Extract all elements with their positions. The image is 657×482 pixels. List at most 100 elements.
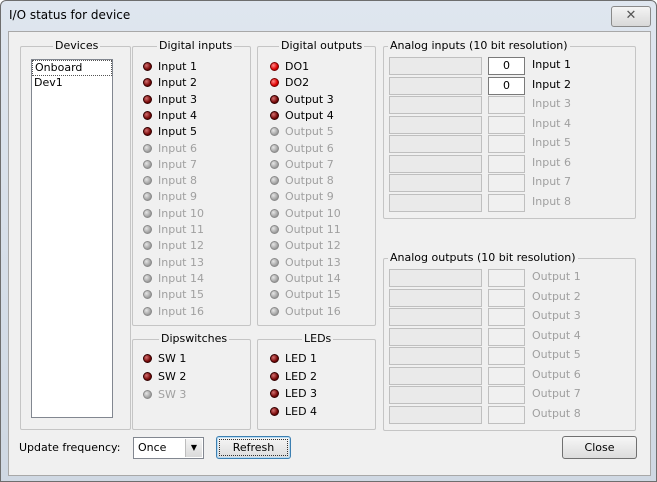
analog-value-field: 0 — [488, 76, 525, 95]
analog-inputs-label: Input 5 — [532, 136, 571, 149]
analog-inputs-label: Input 4 — [532, 116, 571, 130]
dialog-window: I/O status for device ✕ Devices Onboard D… — [0, 0, 657, 482]
analog-inputs-row: Input 6 — [389, 154, 629, 173]
analog-outputs-row: Output 4 — [389, 327, 629, 346]
digital-inputs-group: Digital inputs Input 1 Input 2 Input 3 Inpu… — [132, 39, 251, 326]
analog-value-field — [488, 366, 525, 385]
led-indicator-icon — [270, 389, 279, 399]
analog-outputs-label: Output 1 — [532, 270, 581, 283]
close-button-label: Close — [584, 441, 615, 454]
digital-outputs-label: Output 6 — [285, 141, 334, 155]
analog-level-bar — [389, 76, 482, 95]
led-indicator-icon — [143, 159, 152, 169]
analog-outputs-label: Output 5 — [532, 348, 581, 361]
analog-outputs-label: Output 2 — [532, 289, 581, 303]
led-indicator-icon — [143, 127, 152, 137]
analog-level-bar — [389, 308, 482, 326]
led-indicator-icon — [270, 159, 279, 169]
analog-value-field — [488, 269, 525, 287]
led-indicator-icon — [270, 290, 279, 300]
analog-outputs-label: Output 8 — [532, 406, 581, 420]
devices-listbox[interactable]: Onboard Dev1 — [31, 59, 113, 418]
device-list-item[interactable]: Dev1 — [32, 76, 112, 90]
update-frequency-label: Update frequency: — [19, 441, 121, 454]
digital-inputs-label: Input 13 — [158, 255, 204, 269]
led-indicator-icon — [270, 257, 279, 267]
analog-inputs-label: Input 8 — [532, 194, 571, 208]
analog-level-bar — [389, 57, 482, 75]
analog-level-bar — [389, 366, 482, 385]
digital-outputs-label: Output 16 — [285, 304, 341, 318]
led-indicator-icon — [270, 371, 279, 381]
analog-value-field — [488, 347, 525, 365]
dipswitches-title: Dipswitches — [159, 332, 230, 345]
digital-outputs-label: DO2 — [285, 76, 310, 90]
analog-value-field — [488, 405, 525, 424]
led-indicator-icon — [270, 143, 279, 153]
analog-outputs-row: Output 6 — [389, 366, 629, 385]
leds-group: LEDs LED 1 LED 2 LED 3 LED 4 — [257, 332, 376, 430]
update-frequency-select[interactable]: Once ▼ — [133, 437, 204, 459]
led-indicator-icon — [270, 273, 279, 283]
led-indicator-icon — [143, 390, 152, 399]
device-list-item[interactable]: Onboard — [32, 60, 112, 76]
chevron-down-icon[interactable]: ▼ — [185, 439, 202, 457]
led-indicator-icon — [143, 372, 152, 381]
led-indicator-icon — [270, 406, 279, 416]
analog-inputs-row: Input 4 — [389, 115, 629, 134]
analog-value-field — [488, 308, 525, 326]
led-indicator-icon — [143, 273, 152, 283]
digital-inputs-label: Input 2 — [158, 76, 197, 90]
digital-inputs-label: Input 16 — [158, 304, 204, 318]
digital-outputs-label: Output 14 — [285, 271, 341, 285]
title-bar[interactable]: I/O status for device ✕ — [1, 1, 656, 31]
analog-value-field — [488, 154, 525, 173]
led-indicator-icon — [143, 290, 152, 300]
digital-outputs-label: Output 9 — [285, 190, 334, 204]
leds-title: LEDs — [302, 332, 334, 345]
led-indicator-icon — [143, 78, 152, 88]
digital-inputs-label: Input 14 — [158, 271, 204, 285]
close-icon[interactable]: ✕ — [611, 6, 651, 27]
digital-inputs-label: Input 5 — [158, 125, 197, 139]
analog-value-field — [488, 193, 525, 212]
analog-value-field: 0 — [488, 57, 525, 75]
analog-inputs-row: Input 8 — [389, 193, 629, 212]
digital-outputs-group: Digital outputs DO1 DO2 Output 3 Output 4 Ou… — [257, 39, 376, 326]
analog-outputs-label: Output 3 — [532, 309, 581, 322]
digital-outputs-title: Digital outputs — [279, 39, 365, 52]
analog-outputs-row: Output 1 — [389, 269, 629, 287]
analog-value-field — [488, 115, 525, 134]
analog-level-bar — [389, 96, 482, 114]
digital-inputs-label: Input 4 — [158, 108, 197, 122]
devices-group-title: Devices — [53, 39, 101, 52]
analog-value-field — [488, 174, 525, 192]
analog-level-bar — [389, 327, 482, 346]
digital-outputs-label: Output 8 — [285, 174, 334, 188]
analog-level-bar — [389, 174, 482, 192]
led-indicator-icon — [143, 192, 152, 202]
led-indicator-icon — [270, 208, 279, 218]
analog-inputs-row: 0 Input 2 — [389, 76, 629, 95]
refresh-button[interactable]: Refresh — [216, 436, 291, 459]
analog-level-bar — [389, 154, 482, 173]
analog-outputs-row: Output 7 — [389, 386, 629, 404]
analog-value-field — [488, 135, 525, 153]
dipswitches-group: Dipswitches SW 1 SW 2 SW 3 — [132, 332, 251, 430]
digital-outputs-label: Output 11 — [285, 223, 341, 236]
led-indicator-icon — [270, 110, 279, 120]
analog-inputs-label: Input 7 — [532, 175, 571, 188]
analog-level-bar — [389, 288, 482, 307]
led-indicator-icon — [143, 176, 152, 186]
close-button[interactable]: Close — [562, 436, 637, 459]
led-indicator-icon — [143, 306, 152, 316]
led-indicator-icon — [143, 257, 152, 267]
analog-value-field — [488, 96, 525, 114]
digital-inputs-label: Input 6 — [158, 141, 197, 155]
analog-outputs-row: Output 2 — [389, 288, 629, 307]
leds-label: LED 1 — [285, 352, 318, 365]
analog-inputs-row: 0 Input 1 — [389, 57, 629, 75]
analog-level-bar — [389, 269, 482, 287]
digital-inputs-label: Input 12 — [158, 239, 204, 253]
digital-outputs-label: DO1 — [285, 60, 310, 73]
